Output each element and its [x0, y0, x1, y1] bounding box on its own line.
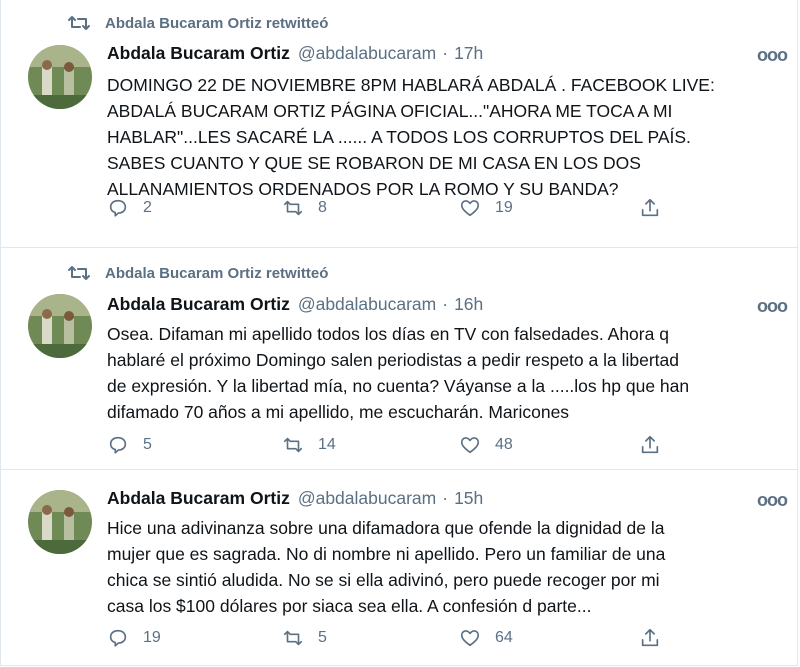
- timestamp[interactable]: 15h: [454, 488, 483, 509]
- author-handle[interactable]: @abdalabucaram: [298, 43, 436, 64]
- tweet-header: Abdala Bucaram Ortiz @abdalabucaram · 17…: [107, 43, 777, 64]
- retweet-icon: [283, 437, 303, 453]
- author-handle[interactable]: @abdalabucaram: [298, 488, 436, 509]
- reply-button[interactable]: 2: [107, 197, 152, 219]
- avatar[interactable]: [28, 45, 92, 109]
- tweet-text-line: casa los $100 dólares por siaca sea ella…: [107, 596, 592, 616]
- author-handle[interactable]: @abdalabucaram: [298, 294, 436, 315]
- share-icon: [641, 628, 659, 647]
- like-button[interactable]: 19: [459, 197, 513, 219]
- retweet-label: Abdala Bucaram Ortiz retwitteó: [105, 264, 329, 282]
- timestamp[interactable]: 17h: [454, 43, 483, 64]
- retweet-count: 8: [318, 199, 327, 216]
- retweet-count: 5: [318, 629, 327, 646]
- heart-icon: [460, 437, 480, 454]
- retweet-button[interactable]: 14: [282, 434, 336, 456]
- tweet[interactable]: Abdala Bucaram Ortiz @abdalabucaram · 15…: [0, 470, 798, 666]
- tweet-text-line: de expresión. Y la libertad mía, no cuen…: [107, 376, 690, 396]
- tweet-header: Abdala Bucaram Ortiz @abdalabucaram · 16…: [107, 294, 777, 315]
- like-button[interactable]: 48: [459, 434, 513, 456]
- heart-icon: [460, 200, 480, 217]
- tweet-text-line: HABLAR"...LES SACARÉ LA ...... A TODOS L…: [107, 127, 691, 147]
- tweet-text-line: DOMINGO 22 DE NOVIEMBRE 8PM HABLARÁ ABDA…: [107, 75, 715, 95]
- reply-button[interactable]: 5: [107, 434, 152, 456]
- tweet-text: DOMINGO 22 DE NOVIEMBRE 8PM HABLARÁ ABDA…: [107, 72, 787, 202]
- author-name[interactable]: Abdala Bucaram Ortiz: [107, 294, 290, 315]
- more-options-icon[interactable]: ooo: [757, 490, 788, 511]
- like-button[interactable]: 64: [459, 627, 513, 649]
- retweet-indicator: Abdala Bucaram Ortiz retwitteó: [67, 13, 328, 33]
- tweet-text-line: difamado 70 años a mi apellido, me escuc…: [107, 402, 570, 422]
- timestamp[interactable]: 16h: [454, 294, 483, 315]
- timeline-feed: Abdala Bucaram Ortiz retwitteó Abdala Bu…: [0, 0, 800, 667]
- author-name[interactable]: Abdala Bucaram Ortiz: [107, 488, 290, 509]
- like-count: 64: [495, 629, 513, 646]
- retweet-indicator: Abdala Bucaram Ortiz retwitteó: [67, 263, 328, 283]
- retweet-icon: [68, 16, 90, 30]
- tweet-header: Abdala Bucaram Ortiz @abdalabucaram · 15…: [107, 488, 777, 509]
- tweet-text: Hice una adivinanza sobre una difamadora…: [107, 515, 787, 619]
- separator-dot: ·: [442, 488, 449, 508]
- avatar[interactable]: [28, 490, 92, 554]
- more-options-icon[interactable]: ooo: [757, 45, 788, 66]
- tweet-text-line: SABES CUANTO Y QUE SE ROBARON DE MI CASA…: [107, 153, 641, 173]
- reply-count: 2: [143, 199, 152, 216]
- retweet-button[interactable]: 5: [282, 627, 327, 649]
- reply-button[interactable]: 19: [107, 627, 161, 649]
- tweet-text-line: Osea. Difaman mi apellido todos los días…: [107, 324, 669, 344]
- tweet-text-line: Hice una adivinanza sobre una difamadora…: [107, 518, 665, 538]
- share-icon: [641, 198, 659, 217]
- like-count: 19: [495, 199, 513, 216]
- reply-icon: [109, 436, 127, 454]
- retweet-label: Abdala Bucaram Ortiz retwitteó: [105, 14, 329, 32]
- tweet-text-line: mujer que es sagrada. No di nombre ni ap…: [107, 544, 666, 564]
- more-options-icon[interactable]: ooo: [757, 296, 788, 317]
- heart-icon: [460, 630, 480, 647]
- share-button[interactable]: [639, 627, 675, 649]
- reply-count: 19: [143, 629, 161, 646]
- tweet-text: Osea. Difaman mi apellido todos los días…: [107, 321, 787, 425]
- separator-dot: ·: [442, 43, 449, 63]
- reply-icon: [109, 199, 127, 217]
- tweet-text-line: ABDALÁ BUCARAM ORTIZ PÁGINA OFICIAL..."A…: [107, 101, 673, 121]
- tweet-text-line: chica se sintió aludida. No se si ella a…: [107, 570, 660, 590]
- author-name[interactable]: Abdala Bucaram Ortiz: [107, 43, 290, 64]
- tweet[interactable]: Abdala Bucaram Ortiz retwitteó Abdala Bu…: [0, 0, 798, 248]
- separator-dot: ·: [442, 294, 449, 314]
- reply-count: 5: [143, 436, 152, 453]
- share-button[interactable]: [639, 434, 675, 456]
- retweet-icon: [283, 200, 303, 216]
- like-count: 48: [495, 436, 513, 453]
- retweet-icon: [68, 266, 90, 280]
- avatar[interactable]: [28, 294, 92, 358]
- retweet-icon: [283, 630, 303, 646]
- tweet[interactable]: Abdala Bucaram Ortiz retwitteó Abdala Bu…: [0, 248, 798, 470]
- tweet-text-line: hablaré el próximo Domingo salen periodi…: [107, 350, 679, 370]
- retweet-button[interactable]: 8: [282, 197, 327, 219]
- share-icon: [641, 435, 659, 454]
- retweet-count: 14: [318, 436, 336, 453]
- share-button[interactable]: [639, 197, 675, 219]
- tweet-text-line: ALLANAMIENTOS ORDENADOS POR LA ROMO Y SU…: [107, 179, 619, 199]
- reply-icon: [109, 629, 127, 647]
